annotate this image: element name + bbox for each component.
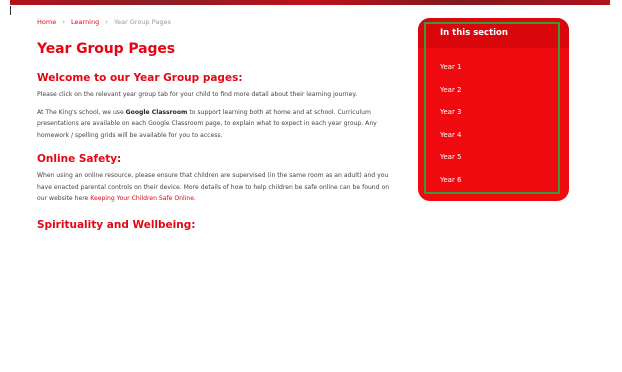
sidebar-header: In this section bbox=[418, 18, 569, 48]
text-cursor bbox=[10, 6, 11, 15]
welcome-intro-text: Please click on the relevant year group … bbox=[37, 91, 358, 98]
breadcrumb-separator-icon: › bbox=[62, 18, 66, 26]
google-classroom-bold: Google Classroom bbox=[125, 108, 188, 116]
sidebar-nav-list: Year 1 Year 2 Year 3 Year 4 Year 5 Year … bbox=[418, 48, 569, 196]
breadcrumb-home-link[interactable]: Home bbox=[37, 18, 56, 26]
paragraph-text: At The King's school, we use bbox=[37, 108, 126, 116]
sidebar-item-year-4[interactable]: Year 4 bbox=[440, 129, 569, 152]
breadcrumb-learning-link[interactable]: Learning bbox=[71, 18, 99, 26]
sidebar-item-year-5[interactable]: Year 5 bbox=[440, 151, 569, 174]
safe-online-link[interactable]: Keeping Your Children Safe Online bbox=[90, 195, 194, 202]
paragraph-text: . bbox=[194, 195, 196, 202]
online-safety-paragraph: When using an online resource, please en… bbox=[37, 170, 397, 205]
breadcrumb-current: Year Group Pages bbox=[114, 18, 171, 26]
online-safety-heading: Online Safety: bbox=[37, 153, 122, 165]
welcome-section: Welcome to our Year Group pages: Please … bbox=[37, 72, 397, 141]
sidebar-item-year-1[interactable]: Year 1 bbox=[440, 61, 569, 84]
sidebar-item-year-3[interactable]: Year 3 bbox=[440, 106, 569, 129]
sidebar-title: In this section bbox=[440, 28, 508, 38]
welcome-heading: Welcome to our Year Group pages: bbox=[37, 72, 243, 84]
spirituality-heading: Spirituality and Wellbeing: bbox=[37, 218, 196, 231]
hero-banner-strip bbox=[10, 0, 610, 5]
google-classroom-paragraph: At The King's school, we use Google Clas… bbox=[37, 107, 397, 142]
in-this-section-sidebar: In this section Year 1 Year 2 Year 3 Yea… bbox=[418, 18, 569, 201]
online-safety-section: Online Safety: When using an online reso… bbox=[37, 153, 397, 205]
main-content: Welcome to our Year Group pages: Please … bbox=[37, 72, 397, 236]
breadcrumb: Home › Learning › Year Group Pages bbox=[37, 18, 171, 26]
spirituality-section: Spirituality and Wellbeing: bbox=[37, 219, 397, 231]
page-title: Year Group Pages bbox=[37, 41, 176, 57]
sidebar-item-year-2[interactable]: Year 2 bbox=[440, 84, 569, 107]
sidebar-item-year-6[interactable]: Year 6 bbox=[440, 174, 569, 197]
breadcrumb-separator-icon: › bbox=[105, 18, 109, 26]
